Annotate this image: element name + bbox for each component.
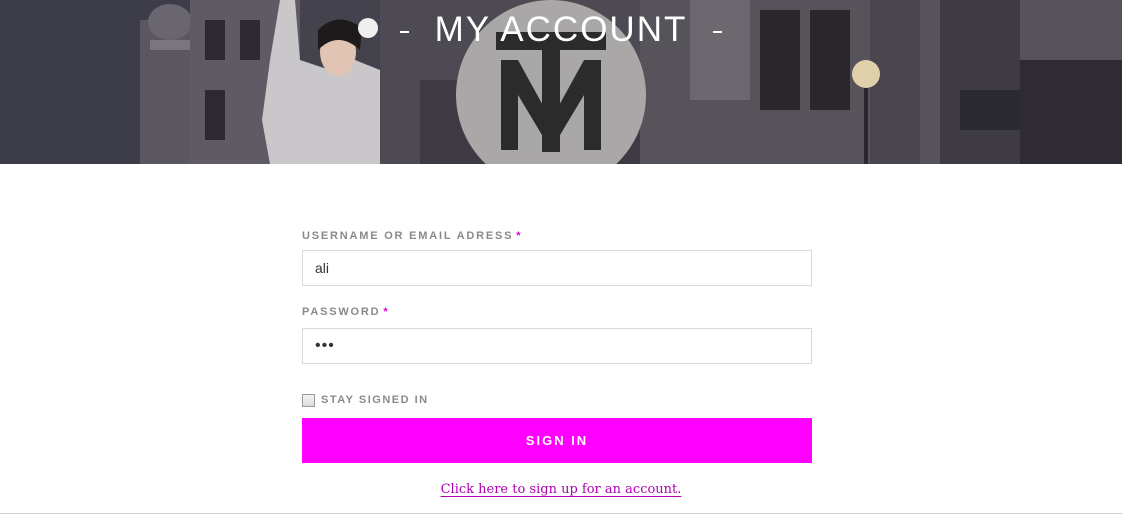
stay-signed-in-checkbox[interactable] bbox=[302, 393, 315, 407]
stay-signed-in-label[interactable]: STAY SIGNED IN bbox=[321, 394, 429, 406]
signup-link[interactable]: Click here to sign up for an account. bbox=[441, 482, 682, 497]
page-title-text: MY ACCOUNT bbox=[434, 10, 688, 49]
required-marker: * bbox=[383, 306, 390, 318]
title-dash-left bbox=[399, 30, 409, 33]
password-field[interactable]: ••• bbox=[302, 328, 812, 364]
stay-signed-in-row: STAY SIGNED IN bbox=[302, 391, 429, 409]
login-form: USERNAME OR EMAIL ADRESS * ali PASSWORD * … bbox=[302, 228, 812, 364]
username-label-text: USERNAME OR EMAIL ADRESS bbox=[302, 230, 514, 242]
hero-banner: MY ACCOUNT bbox=[0, 0, 1122, 164]
username-field[interactable]: ali bbox=[302, 250, 812, 286]
signup-link-container: Click here to sign up for an account. bbox=[0, 480, 1122, 498]
sign-in-button[interactable]: SIGN IN bbox=[302, 418, 812, 463]
required-marker: * bbox=[516, 230, 523, 242]
page-title: MY ACCOUNT bbox=[0, 10, 1122, 50]
password-label-text: PASSWORD bbox=[302, 306, 381, 318]
title-dash-right bbox=[713, 30, 723, 33]
username-label: USERNAME OR EMAIL ADRESS * bbox=[302, 228, 812, 244]
password-label: PASSWORD * bbox=[302, 304, 812, 320]
